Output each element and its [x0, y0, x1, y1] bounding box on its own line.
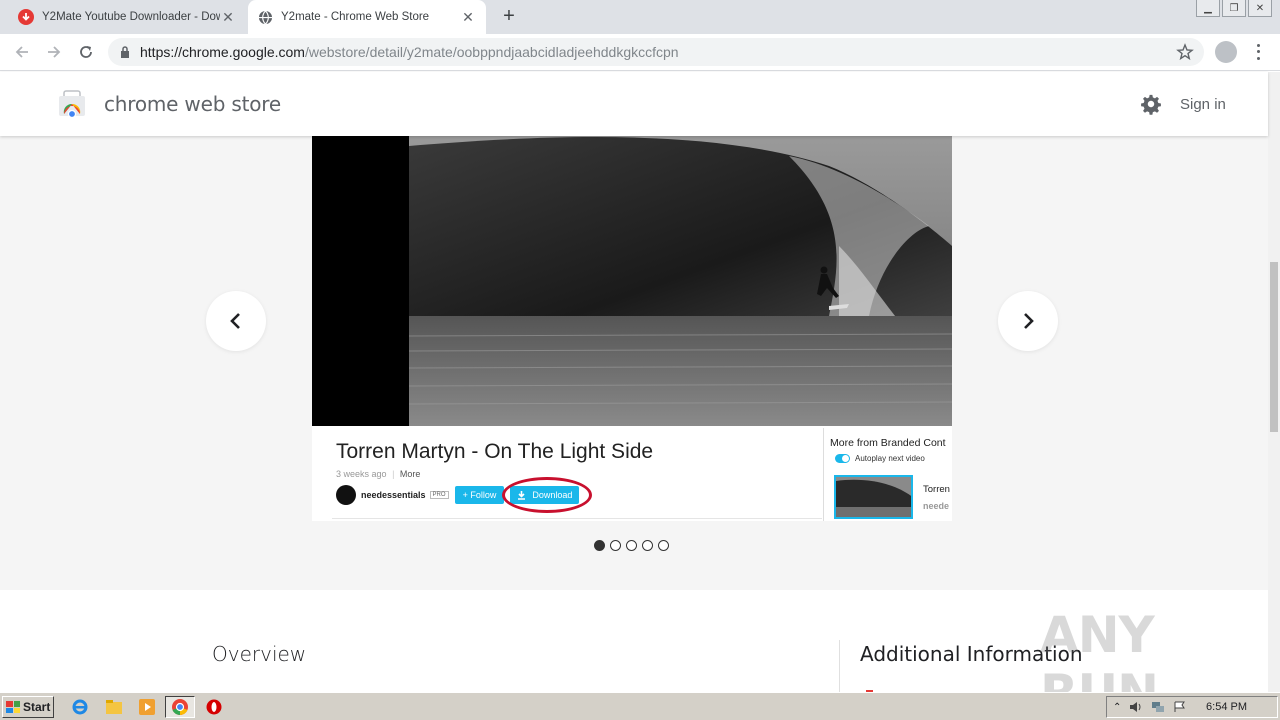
related-video-thumbnail[interactable] [834, 475, 913, 519]
channel-name[interactable]: needessentials [361, 490, 426, 500]
new-tab-button[interactable]: + [499, 6, 519, 26]
action-center-flag-icon[interactable] [1173, 701, 1187, 713]
related-video-title[interactable]: Torren [923, 484, 950, 495]
thumbnail-image [836, 477, 911, 517]
forward-button[interactable] [42, 40, 66, 64]
url-path: /webstore/detail/y2mate/oobppndjaabcidla… [304, 44, 679, 60]
network-icon[interactable] [1151, 701, 1165, 713]
system-tray: ⌃ 6:54 PM [1106, 696, 1278, 718]
restore-button[interactable]: ❐ [1222, 0, 1246, 17]
posted-time: 3 weeks ago [336, 469, 387, 479]
back-arrow-icon [15, 46, 28, 58]
carousel-dot[interactable] [594, 540, 605, 551]
volume-icon[interactable] [1129, 701, 1143, 713]
close-tab-icon[interactable]: ✕ [460, 9, 476, 26]
globe-icon [258, 10, 273, 24]
start-button[interactable]: Start [2, 696, 54, 718]
related-video-channel: neede [923, 501, 950, 511]
chevron-left-icon [230, 313, 240, 329]
carousel-dot[interactable] [642, 540, 653, 551]
overview-heading: Overview [212, 642, 307, 666]
clock[interactable]: 6:54 PM [1206, 701, 1247, 713]
divider [332, 518, 822, 519]
forward-arrow-icon [48, 46, 61, 58]
address-bar[interactable]: https://chrome.google.com/webstore/detai… [108, 38, 1204, 66]
minimize-button[interactable]: ▁ [1196, 0, 1220, 17]
tab-y2mate-downloader[interactable]: Y2Mate Youtube Downloader - Down ✕ [8, 0, 246, 34]
profile-avatar-icon[interactable] [1215, 41, 1237, 63]
section-divider [839, 640, 840, 692]
window-controls: ▁ ❐ ✕ [1196, 0, 1272, 18]
chrome-web-store-logo-icon[interactable] [58, 90, 86, 118]
pro-badge: PRO [429, 491, 449, 499]
related-heading: More from Branded Cont [830, 437, 946, 449]
close-window-button[interactable]: ✕ [1248, 0, 1272, 17]
carousel-slide: Torren Martyn - On The Light Side 3 week… [312, 136, 952, 521]
video-title: Torren Martyn - On The Light Side [336, 440, 654, 463]
browser-toolbar: https://chrome.google.com/webstore/detai… [0, 34, 1280, 71]
kebab-menu-icon[interactable] [1250, 42, 1266, 62]
page-scrollbar[interactable] [1268, 72, 1280, 692]
more-link[interactable]: More [400, 469, 421, 479]
windows-logo-icon [6, 701, 20, 713]
wave-photo [409, 136, 952, 426]
back-button[interactable] [10, 40, 34, 64]
channel-avatar[interactable] [336, 485, 356, 505]
tab-chrome-web-store[interactable]: Y2mate - Chrome Web Store ✕ [248, 0, 486, 34]
file-explorer-icon[interactable] [104, 697, 124, 717]
autoplay-toggle[interactable]: Autoplay next video [835, 454, 925, 463]
tab-title: Y2mate - Chrome Web Store [281, 11, 430, 23]
carousel-dot[interactable] [626, 540, 637, 551]
chrome-taskbar-icon[interactable] [165, 696, 195, 718]
close-tab-icon[interactable]: ✕ [220, 9, 236, 26]
tray-expand-icon[interactable]: ⌃ [1113, 702, 1121, 713]
autoplay-label: Autoplay next video [855, 454, 925, 463]
store-header: chrome web store Sign in [0, 72, 1268, 136]
tab-title: Y2Mate Youtube Downloader - Down [42, 11, 220, 23]
lock-icon [121, 46, 129, 58]
internet-explorer-icon[interactable] [70, 697, 90, 717]
carousel-prev-button[interactable] [206, 291, 266, 351]
toggle-switch-icon[interactable] [835, 454, 850, 463]
sign-in-link[interactable]: Sign in [1180, 96, 1226, 113]
url-host: https://chrome.google.com [140, 44, 305, 60]
store-title[interactable]: chrome web store [104, 92, 281, 116]
tab-strip: Y2Mate Youtube Downloader - Down ✕ Y2mat… [0, 0, 1280, 34]
video-meta: 3 weeks ago | More [336, 469, 421, 479]
chevron-right-icon [1024, 313, 1034, 329]
follow-button[interactable]: + Follow [454, 486, 505, 504]
scrollbar-thumb[interactable] [1270, 262, 1278, 432]
highlight-ellipse [502, 477, 592, 513]
carousel-dots [594, 540, 669, 551]
bookmark-star-icon[interactable] [1176, 43, 1194, 61]
y2mate-favicon-icon [18, 9, 34, 25]
carousel-dot[interactable] [658, 540, 669, 551]
carousel-next-button[interactable] [998, 291, 1058, 351]
gear-icon[interactable] [1140, 93, 1162, 115]
windows-taskbar: Start ⌃ 6:54 PM [0, 692, 1280, 720]
opera-icon[interactable] [204, 697, 224, 717]
related-divider [823, 428, 824, 521]
reload-icon [80, 46, 92, 58]
media-player-icon[interactable] [137, 697, 157, 717]
carousel-dot[interactable] [610, 540, 621, 551]
reload-button[interactable] [74, 40, 98, 64]
video-letterbox [312, 136, 409, 426]
start-label: Start [23, 700, 51, 714]
